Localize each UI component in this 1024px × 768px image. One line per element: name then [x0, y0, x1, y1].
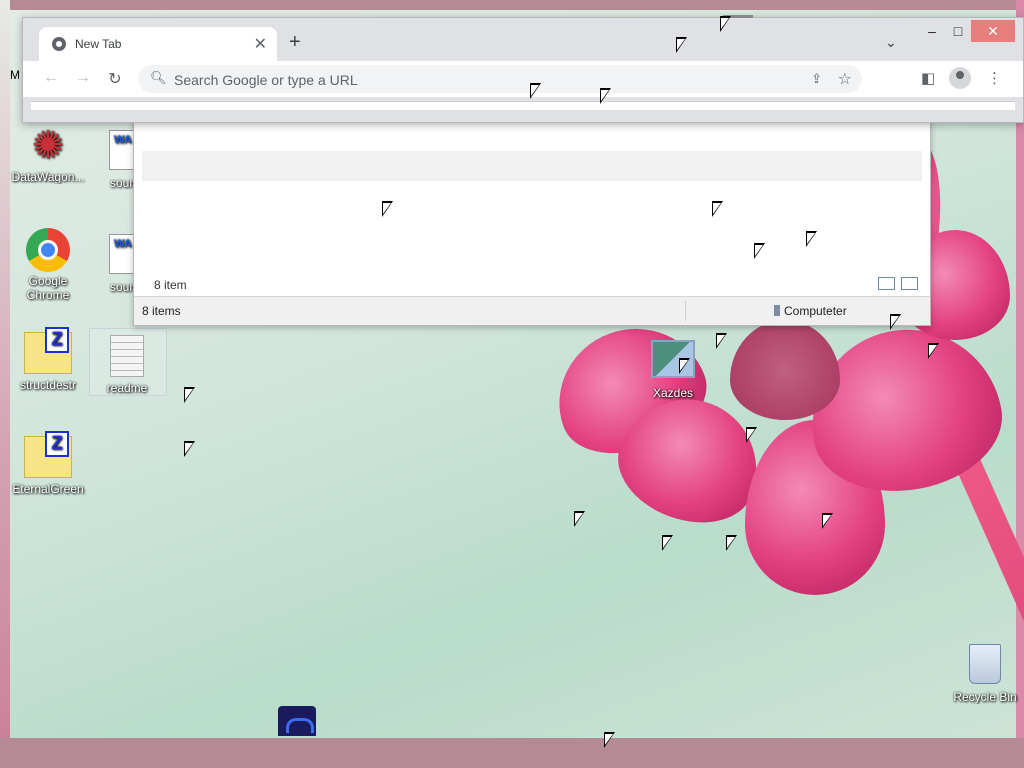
tab-new-tab[interactable]: New Tab ✕ — [39, 27, 277, 61]
datawagon-icon: ✺ — [32, 125, 64, 167]
status-separator — [685, 301, 686, 321]
recycle-bin-icon — [969, 644, 1001, 684]
explorer-status-bar: 8 items Computeter — [134, 296, 930, 325]
details-view-icon[interactable] — [878, 277, 895, 290]
desktop-icon-label: Google Chrome — [26, 274, 70, 302]
explorer-header-band — [142, 151, 922, 181]
reload-icon[interactable]: ↻ — [105, 69, 125, 89]
search-icon: 🔍︎ — [150, 70, 167, 85]
bookmark-bar — [31, 101, 1015, 110]
headphones-icon[interactable] — [278, 706, 316, 736]
desktop-icon-recycle-bin[interactable]: Recycle Bin — [946, 642, 1024, 704]
tab-title: New Tab — [75, 37, 122, 51]
chrome-favicon-icon — [52, 37, 66, 51]
explorer-view-toggles — [878, 277, 918, 290]
zip-folder-icon — [24, 327, 72, 374]
desktop-icon-label: EternalGreen — [12, 482, 84, 496]
chrome-window[interactable]: New Tab ✕ + ⌄ – □ ✕ ← → ↻ 🔍︎ ⇪ ☆ ◧ ⋮ — [22, 15, 1024, 123]
desktop-icon-label: readme — [106, 381, 148, 395]
desktop-icon-label: structdestr — [19, 378, 76, 392]
explorer-inner-item-count: 8 item — [154, 278, 187, 292]
text-file-icon — [110, 335, 144, 377]
share-icon[interactable]: ⇪ — [811, 71, 822, 87]
plus-icon[interactable]: + — [289, 32, 301, 52]
zip-folder-icon — [24, 431, 72, 478]
wav-badge: WA — [114, 134, 132, 146]
arrow-right-icon[interactable]: → — [73, 69, 93, 87]
close-window-button[interactable]: ✕ — [971, 20, 1015, 42]
desktop-icon-xazdes[interactable]: Xazdes — [634, 334, 712, 400]
kebab-menu-icon[interactable]: ⋮ — [987, 69, 1002, 87]
side-panel-icon[interactable]: ◧ — [921, 69, 935, 87]
desktop-top-strip — [0, 0, 1024, 10]
explorer-item-count: 8 items — [142, 304, 181, 318]
desktop-icon-google-chrome[interactable]: Google Chrome — [9, 228, 87, 302]
desktop-icon-label: Recycle Bin — [953, 690, 1017, 704]
taskbar-strip — [0, 738, 1024, 768]
browser-toolbar: ← → ↻ 🔍︎ ⇪ ☆ ◧ ⋮ — [23, 61, 1023, 97]
omnibox[interactable]: 🔍︎ ⇪ ☆ — [138, 65, 862, 93]
desktop-icon-structdestr[interactable]: structdestr — [9, 327, 87, 392]
large-icons-view-icon[interactable] — [901, 277, 918, 290]
desktop-icon-label: M — [10, 68, 20, 82]
file-explorer-window[interactable]: 8 item 8 items Computeter — [133, 114, 931, 326]
desktop-icon-label: DataWagon... — [11, 170, 85, 184]
explorer-zone-label: Computeter — [774, 304, 847, 318]
profile-icon[interactable] — [949, 67, 971, 89]
desktop-icon-datawagon[interactable]: ✺ DataWagon... — [9, 124, 87, 184]
desktop-icon-eternalgreen[interactable]: EternalGreen — [9, 431, 87, 496]
chrome-icon — [26, 228, 70, 272]
arrow-left-icon[interactable]: ← — [41, 69, 61, 87]
maximize-button[interactable]: □ — [943, 20, 973, 42]
close-icon[interactable]: ✕ — [254, 34, 267, 54]
desktop-icon-partial-m: M — [8, 68, 22, 82]
desktop-icon-label: Xazdes — [652, 386, 694, 400]
chevron-down-icon[interactable]: ⌄ — [885, 34, 897, 51]
wallpaper-flower-center — [730, 320, 840, 420]
star-icon[interactable]: ☆ — [838, 69, 852, 89]
wav-badge: WA — [114, 238, 132, 250]
address-input[interactable] — [172, 69, 816, 91]
desktop-icon-readme[interactable]: readme — [88, 332, 166, 395]
